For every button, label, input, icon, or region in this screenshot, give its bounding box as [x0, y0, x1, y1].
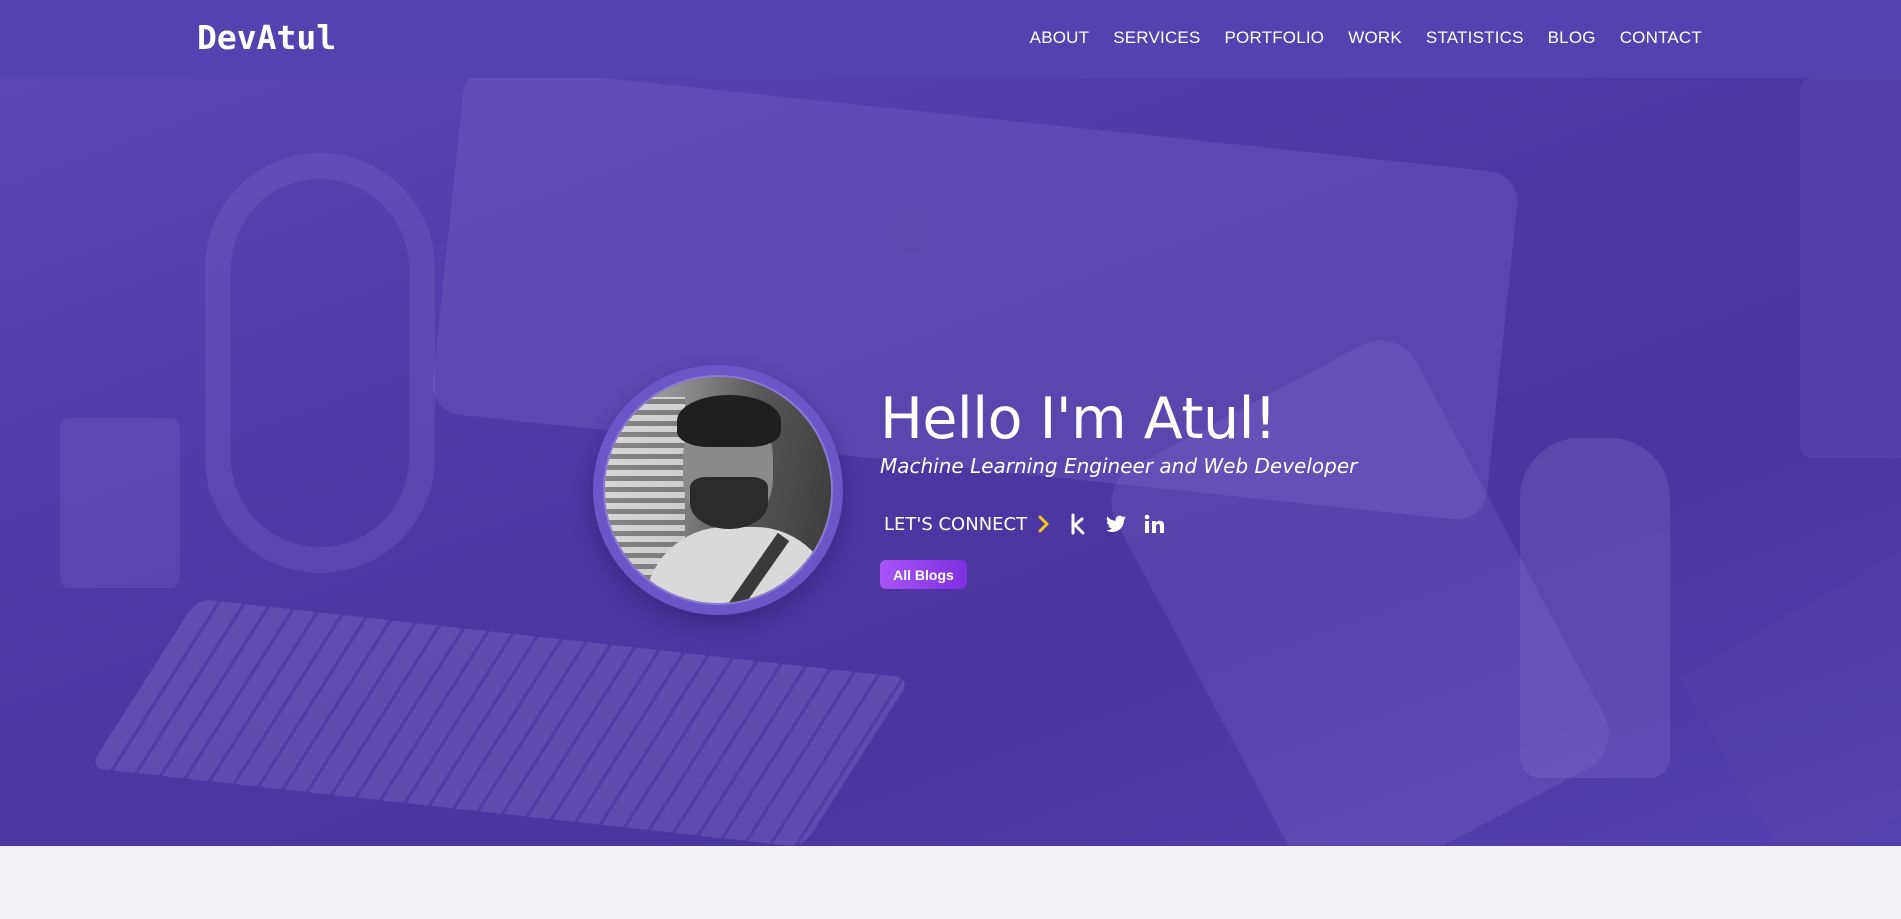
nav-link-about[interactable]: ABOUT: [1030, 28, 1090, 48]
hero-subtitle: Machine Learning Engineer and Web Develo…: [880, 454, 1358, 478]
nav-link-statistics[interactable]: STATISTICS: [1426, 28, 1524, 48]
chevron-right-icon: [1038, 515, 1049, 533]
background-speaker: [1800, 78, 1901, 458]
navbar: DevAtul ABOUT SERVICES PORTFOLIO WORK ST…: [0, 0, 1901, 78]
background-laptop: [1679, 548, 1901, 846]
intro-block: Hello I'm Atul! Machine Learning Enginee…: [880, 386, 1357, 478]
nav-link-blog[interactable]: BLOG: [1548, 28, 1596, 48]
brand-logo[interactable]: DevAtul: [197, 18, 336, 57]
connect-label: LET'S CONNECT: [884, 513, 1028, 535]
background-pencil-cup: [60, 418, 180, 588]
nav-link-work[interactable]: WORK: [1348, 28, 1402, 48]
all-blogs-button[interactable]: All Blogs: [880, 560, 967, 589]
background-apple-logo: [890, 203, 930, 251]
connect-row: LET'S CONNECT: [884, 513, 1165, 535]
background-headphone: [205, 153, 435, 573]
profile-avatar: [603, 375, 833, 605]
kaggle-icon[interactable]: [1067, 513, 1089, 535]
background-keyboard: [89, 598, 911, 846]
twitter-icon[interactable]: [1105, 513, 1127, 535]
nav-link-contact[interactable]: CONTACT: [1620, 28, 1702, 48]
nav-links: ABOUT SERVICES PORTFOLIO WORK STATISTICS…: [1030, 28, 1702, 48]
hero-headline: Hello I'm Atul!: [880, 386, 1277, 452]
nav-link-portfolio[interactable]: PORTFOLIO: [1225, 28, 1325, 48]
background-bulb: [1520, 438, 1670, 778]
linkedin-icon[interactable]: [1143, 513, 1165, 535]
nav-link-services[interactable]: SERVICES: [1113, 28, 1200, 48]
